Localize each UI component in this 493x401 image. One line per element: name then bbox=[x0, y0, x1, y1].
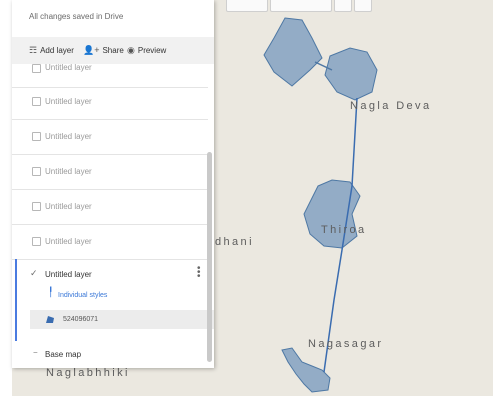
layer-name: Untitled layer bbox=[45, 167, 92, 176]
map-control-button[interactable] bbox=[334, 0, 352, 12]
layer-row[interactable]: Untitled layer bbox=[12, 52, 208, 88]
feature-name: 524096071 bbox=[63, 316, 99, 323]
layer-name[interactable]: Untitled layer bbox=[45, 270, 92, 279]
app-frame: Nagla Deva Thiroa Nagasagar dhani Naglab… bbox=[0, 0, 493, 401]
panel-scrollbar[interactable] bbox=[207, 152, 212, 362]
layer-name: Untitled layer bbox=[45, 237, 92, 246]
base-map-section[interactable]: − Base map bbox=[12, 341, 214, 368]
place-label-thiroa: Thiroa bbox=[321, 224, 367, 236]
layer-visibility-checkbox[interactable] bbox=[32, 132, 41, 141]
paint-brush-icon[interactable]: ╿ bbox=[48, 287, 53, 298]
map-control-button[interactable] bbox=[226, 0, 268, 12]
area-polygon-nagasagar[interactable] bbox=[281, 347, 331, 393]
layer-name: Untitled layer bbox=[45, 132, 92, 141]
place-label-nagla-deva: Nagla Deva bbox=[350, 100, 432, 112]
place-label-nagasagar: Nagasagar bbox=[308, 338, 384, 350]
checkmark-icon[interactable]: ✓ bbox=[30, 268, 38, 279]
layer-style-link[interactable]: Individual styles bbox=[58, 292, 107, 299]
collapse-icon[interactable]: − bbox=[33, 348, 38, 357]
area-polygon-north[interactable] bbox=[263, 17, 323, 87]
layer-row[interactable]: Untitled layer bbox=[12, 119, 208, 155]
selection-indicator bbox=[15, 259, 17, 341]
layer-visibility-checkbox[interactable] bbox=[32, 237, 41, 246]
layer-row[interactable]: Untitled layer bbox=[12, 189, 208, 225]
layer-visibility-checkbox[interactable] bbox=[32, 64, 41, 73]
base-map-label: Base map bbox=[45, 350, 82, 359]
polygon-icon bbox=[46, 316, 54, 323]
layer-name: Untitled layer bbox=[45, 63, 92, 72]
more-options-icon[interactable]: • • • bbox=[197, 264, 201, 282]
selected-layer[interactable]: ✓ Untitled layer • • • ╿ Individual styles… bbox=[12, 259, 214, 341]
layer-visibility-checkbox[interactable] bbox=[32, 202, 41, 211]
layer-visibility-checkbox[interactable] bbox=[32, 97, 41, 106]
layer-row[interactable]: Untitled layer bbox=[12, 224, 208, 260]
layer-visibility-checkbox[interactable] bbox=[32, 167, 41, 176]
area-polygon-nagla-deva[interactable] bbox=[324, 47, 378, 101]
map-control-button[interactable] bbox=[270, 0, 332, 12]
layers-panel: All changes saved in Drive ☶ Add layer 👤… bbox=[12, 0, 214, 368]
layer-name: Untitled layer bbox=[45, 202, 92, 211]
feature-row[interactable]: 524096071 bbox=[30, 310, 214, 329]
place-label-dhani: dhani bbox=[215, 236, 254, 248]
layer-name: Untitled layer bbox=[45, 97, 92, 106]
layer-row[interactable]: Untitled layer bbox=[12, 154, 208, 190]
layer-row[interactable]: Untitled layer bbox=[12, 84, 208, 120]
save-status: All changes saved in Drive bbox=[29, 12, 124, 21]
place-label-naglabhhiki: Naglabhhiki bbox=[46, 367, 130, 379]
map-control-button[interactable] bbox=[354, 0, 372, 12]
